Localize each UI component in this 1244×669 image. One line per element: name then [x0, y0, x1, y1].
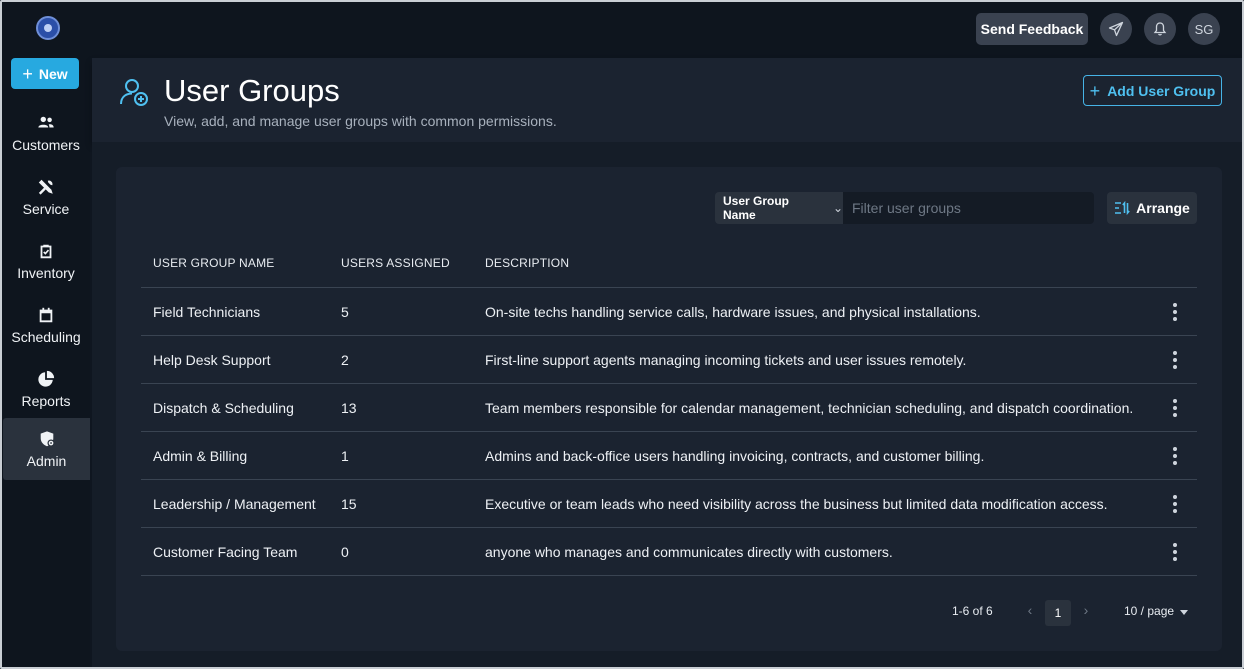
filter-field-label: User Group Name — [723, 194, 790, 222]
table-row[interactable]: Field Technicians 5 On-site techs handling… — [141, 288, 1197, 336]
description-cell: anyone who manages and communicates dire… — [485, 543, 893, 560]
group-name-cell: Customer Facing Team — [153, 543, 298, 560]
row-actions-cell — [1153, 494, 1197, 514]
clipboard-check-icon — [40, 244, 52, 258]
column-header-description[interactable]: DESCRIPTION — [473, 256, 1153, 270]
sidebar-item-label: Reports — [21, 392, 71, 409]
pie-chart-icon — [38, 370, 55, 387]
app-logo-icon[interactable] — [36, 16, 60, 40]
app-window: Send Feedback SG + New Customers Service… — [0, 0, 1244, 669]
sidebar-item-customers[interactable]: Customers — [2, 102, 90, 164]
more-vertical-icon[interactable] — [1165, 542, 1185, 562]
table-header: USER GROUP NAME USERS ASSIGNED DESCRIPTI… — [141, 238, 1197, 288]
users-assigned-cell: 5 — [341, 303, 349, 320]
tools-icon — [38, 179, 53, 195]
table-body: Field Technicians 5 On-site techs handling… — [141, 288, 1197, 576]
sort-icon — [1115, 200, 1130, 216]
arrange-label: Arrange — [1136, 200, 1190, 216]
group-name-cell: Field Technicians — [153, 303, 261, 320]
table-row[interactable]: Dispatch & Scheduling 13 Team members resp… — [141, 384, 1197, 432]
page-number-button[interactable]: 1 — [1045, 600, 1071, 626]
description-cell: On-site techs handling service calls, ha… — [485, 303, 981, 320]
sidebar-item-scheduling[interactable]: Scheduling — [2, 294, 90, 356]
row-actions-cell — [1153, 446, 1197, 466]
more-vertical-icon[interactable] — [1165, 494, 1185, 514]
shield-gear-icon — [40, 430, 55, 447]
more-vertical-icon[interactable] — [1165, 350, 1185, 370]
page-title: User Groups — [164, 73, 340, 108]
page-header: User Groups View, add, and manage user g… — [92, 58, 1242, 142]
sidebar-item-label: Inventory — [17, 264, 75, 281]
row-actions-cell — [1153, 302, 1197, 322]
table-row[interactable]: Customer Facing Team 0 anyone who manages … — [141, 528, 1197, 576]
more-vertical-icon[interactable] — [1165, 398, 1185, 418]
chevron-right-icon[interactable]: › — [1078, 600, 1094, 620]
sidebar-item-label: Service — [22, 200, 70, 217]
row-actions-cell — [1153, 398, 1197, 418]
sidebar-item-label: Customers — [12, 136, 80, 153]
users-assigned-cell: 2 — [341, 351, 349, 368]
bell-icon[interactable] — [1144, 13, 1176, 45]
more-vertical-icon[interactable] — [1165, 446, 1185, 466]
filter-field-select[interactable]: User Group Name ⌄ — [715, 192, 843, 224]
sidebar-item-label: Admin — [26, 452, 67, 469]
group-name-cell: Dispatch & Scheduling — [153, 399, 294, 416]
description-cell: Admins and back-office users handling in… — [485, 447, 985, 464]
table-row[interactable]: Help Desk Support 2 First-line support age… — [141, 336, 1197, 384]
group-name-cell: Help Desk Support — [153, 351, 271, 368]
caret-down-icon — [1180, 609, 1189, 615]
send-icon[interactable] — [1100, 13, 1132, 45]
pagination-range: 1-6 of 6 — [952, 604, 993, 618]
group-name-cell: Leadership / Management — [153, 495, 316, 512]
page-subtitle: View, add, and manage user groups with c… — [164, 113, 557, 129]
description-cell: Executive or team leads who need visibil… — [485, 495, 1108, 512]
description-cell: Team members responsible for calendar ma… — [485, 399, 1134, 416]
column-header-users[interactable]: USERS ASSIGNED — [329, 256, 473, 270]
new-button[interactable]: + New — [11, 58, 79, 89]
sidebar-item-service[interactable]: Service — [2, 166, 90, 228]
arrange-button[interactable]: Arrange — [1107, 192, 1197, 224]
sidebar-item-reports[interactable]: Reports — [2, 358, 90, 420]
users-assigned-cell: 0 — [341, 543, 349, 560]
plus-icon: + — [1089, 80, 1101, 101]
sidebar-item-inventory[interactable]: Inventory — [2, 230, 90, 292]
description-cell: First-line support agents managing incom… — [485, 351, 967, 368]
calendar-icon — [39, 307, 53, 322]
chevron-left-icon[interactable]: ‹ — [1022, 600, 1038, 620]
column-header-name[interactable]: USER GROUP NAME — [141, 256, 329, 270]
top-bar: Send Feedback SG — [2, 2, 1242, 58]
users-assigned-cell: 13 — [341, 399, 357, 416]
add-user-group-label: Add User Group — [1107, 82, 1216, 99]
users-assigned-cell: 15 — [341, 495, 357, 512]
send-feedback-button[interactable]: Send Feedback — [976, 13, 1088, 45]
user-groups-table: USER GROUP NAME USERS ASSIGNED DESCRIPTI… — [141, 238, 1197, 576]
users-icon — [38, 116, 54, 127]
sidebar-item-admin[interactable]: Admin — [3, 418, 90, 480]
add-user-group-button[interactable]: + Add User Group — [1083, 75, 1222, 106]
user-groups-card: User Group Name ⌄ Arrange USER GROUP NAM… — [116, 167, 1222, 651]
filter-input[interactable] — [843, 192, 1094, 224]
new-button-label: New — [38, 65, 68, 82]
user-avatar[interactable]: SG — [1188, 13, 1220, 45]
user-add-icon — [120, 79, 148, 106]
sidebar: + New Customers Service Inventory Schedu… — [2, 58, 90, 667]
users-assigned-cell: 1 — [341, 447, 349, 464]
group-name-cell: Admin & Billing — [153, 447, 248, 464]
page-size-select[interactable]: 10 / page — [1124, 604, 1189, 618]
table-row[interactable]: Leadership / Management 15 Executive or te… — [141, 480, 1197, 528]
chevron-down-icon: ⌄ — [832, 201, 843, 215]
more-vertical-icon[interactable] — [1165, 302, 1185, 322]
plus-icon: + — [22, 63, 33, 84]
row-actions-cell — [1153, 350, 1197, 370]
page-size-label: 10 / page — [1124, 604, 1175, 618]
row-actions-cell — [1153, 542, 1197, 562]
sidebar-item-label: Scheduling — [11, 328, 81, 345]
table-row[interactable]: Admin & Billing 1 Admins and back-office u… — [141, 432, 1197, 480]
